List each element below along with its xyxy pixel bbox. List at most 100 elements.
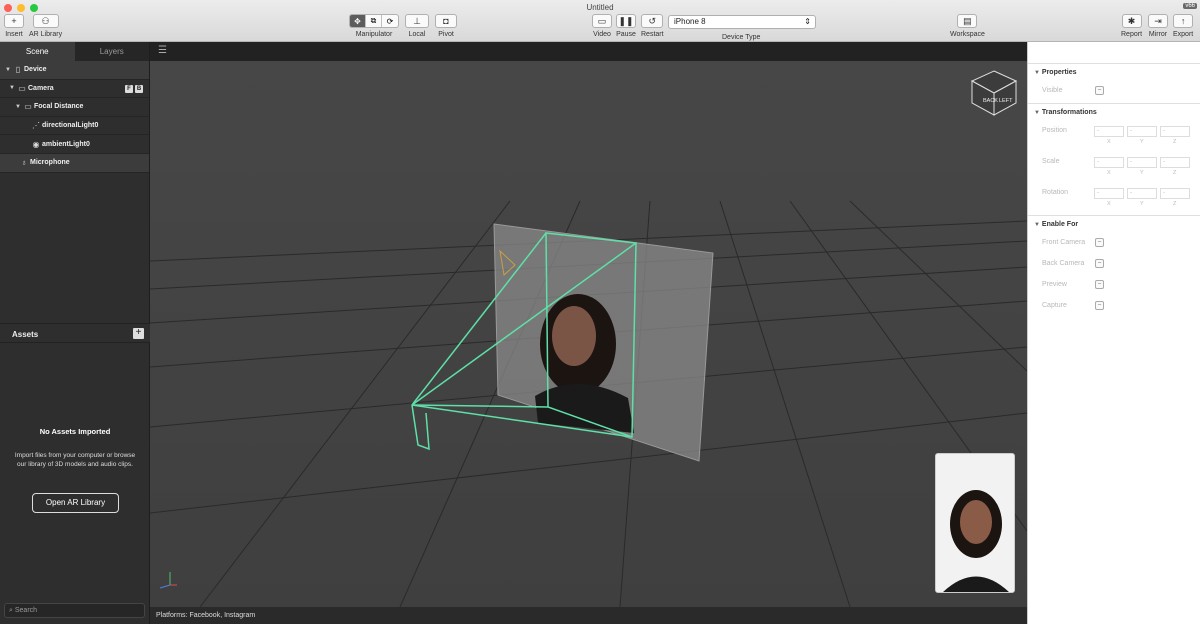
workspace-icon: ▤	[957, 14, 978, 28]
bug-icon: ✱	[1121, 14, 1142, 28]
local-label: Local	[408, 31, 426, 38]
export-icon: ↑	[1173, 14, 1194, 28]
axis-label-x: X	[1107, 139, 1111, 145]
rotation-z-field[interactable]: -	[1160, 188, 1190, 199]
position-y-field[interactable]: -	[1127, 126, 1157, 137]
tree-item-camera[interactable]: ▼ ▭ Camera F B	[0, 80, 149, 99]
axis-label-y: Y	[1140, 201, 1144, 207]
phone-icon: ▯	[15, 65, 21, 75]
rotation-x-field[interactable]: -	[1094, 188, 1124, 199]
device-type-select[interactable]: iPhone 8 ⇕	[668, 15, 816, 29]
ar-library-label: AR Library	[29, 31, 63, 38]
video-button[interactable]: ▭ Video	[592, 14, 612, 38]
front-camera-checkbox[interactable]: –	[1095, 238, 1104, 247]
camera-icon: ▭	[18, 83, 26, 93]
workspace-label: Workspace	[950, 31, 985, 38]
back-camera-checkbox[interactable]: –	[1095, 259, 1104, 268]
properties-title: Properties	[1041, 69, 1077, 76]
report-label: Report	[1121, 31, 1143, 38]
axis-label-z: Z	[1173, 139, 1177, 145]
axis-label-x: X	[1107, 170, 1111, 176]
tree-item-ambient-light[interactable]: ◉ ambientLight0	[0, 135, 149, 154]
mirror-button[interactable]: ⇥ Mirror	[1148, 14, 1168, 38]
insert-button[interactable]: + Insert	[4, 14, 24, 38]
scale-z-field[interactable]: -	[1160, 157, 1190, 168]
assets-description: Import files from your computer or brows…	[14, 452, 136, 468]
version-badge: v66	[1183, 3, 1197, 9]
capture-checkbox[interactable]: –	[1095, 301, 1104, 310]
export-label: Export	[1173, 31, 1194, 38]
plus-icon: +	[4, 14, 24, 28]
directional-light-icon: ⋰	[32, 121, 40, 131]
scale-y-field[interactable]: -	[1127, 157, 1157, 168]
view-cube[interactable]: BACK LEFT	[970, 69, 1018, 117]
back-camera-label: Back Camera	[1042, 260, 1085, 267]
cube-label-back: BACK	[983, 98, 998, 104]
pause-button[interactable]: ❚❚ Pause	[616, 14, 636, 38]
local-button[interactable]: ⊥ Local	[405, 14, 429, 38]
visible-checkbox[interactable]: –	[1095, 86, 1104, 95]
tab-layers[interactable]: Layers	[75, 42, 150, 61]
toolbar: Untitled v66 + Insert ⚇ AR Library ✥ ⧉ ⟳…	[0, 0, 1200, 42]
tree-item-device[interactable]: ▼ ▯ Device	[0, 61, 149, 80]
ambient-light-icon: ◉	[32, 139, 40, 149]
preview-image	[936, 454, 1014, 592]
properties-section[interactable]: ▼ Properties	[1028, 63, 1200, 80]
back-badge: B	[135, 84, 143, 93]
enable-for-title: Enable For	[1041, 221, 1079, 228]
manipulator-group: ✥ ⧉ ⟳ Manipulator	[349, 14, 399, 38]
enable-for-section[interactable]: ▼ Enable For	[1028, 215, 1200, 232]
pause-icon: ❚❚	[616, 14, 636, 28]
disclosure-triangle-icon: ▼	[1034, 222, 1040, 228]
open-ar-library-button[interactable]: Open AR Library	[32, 493, 119, 513]
panel-tabs: Scene Layers	[0, 42, 149, 61]
rotate-icon[interactable]: ⟳	[382, 15, 398, 27]
scene-canvas[interactable]	[150, 61, 1027, 607]
device-type-value: iPhone 8	[674, 17, 706, 26]
ar-studio-window: Untitled v66 + Insert ⚇ AR Library ✥ ⧉ ⟳…	[0, 0, 1200, 624]
manipulator-segment: ✥ ⧉ ⟳	[349, 14, 399, 28]
restart-button[interactable]: ↺ Restart	[641, 14, 664, 38]
position-z-field[interactable]: -	[1160, 126, 1190, 137]
scene-viewport[interactable]: ☰ BACK LEFT	[150, 42, 1027, 607]
position-label: Position	[1042, 127, 1067, 134]
search-placeholder: Search	[14, 607, 38, 614]
device-type-label: Device Type	[722, 34, 761, 41]
tab-scene[interactable]: Scene	[0, 42, 75, 61]
preview-label: Preview	[1042, 281, 1067, 288]
assets-title: Assets	[12, 330, 39, 339]
scale-x-field[interactable]: -	[1094, 157, 1124, 168]
restart-label: Restart	[641, 31, 664, 38]
rotation-y-field[interactable]: -	[1127, 188, 1157, 199]
no-assets-heading: No Assets Imported	[39, 427, 111, 436]
tree-item-directional-light[interactable]: ⋰ directionalLight0	[0, 117, 149, 136]
position-x-field[interactable]: -	[1094, 126, 1124, 137]
manipulator-label: Manipulator	[355, 31, 393, 38]
tree-item-label: Microphone	[30, 159, 70, 167]
left-panel: Scene Layers ▼ ▯ Device ▼ ▭ Camera F B ▼…	[0, 42, 150, 624]
transformations-title: Transformations	[1041, 109, 1097, 116]
video-icon: ▭	[592, 14, 612, 28]
menu-icon[interactable]: ☰	[158, 45, 167, 56]
tree-item-focal-distance[interactable]: ▼ ▭ Focal Distance	[0, 98, 149, 117]
disclosure-triangle-icon[interactable]: ▼	[4, 67, 12, 73]
ar-library-button[interactable]: ⚇ AR Library	[29, 14, 62, 38]
transformations-section[interactable]: ▼ Transformations	[1028, 103, 1200, 120]
mirror-icon: ⇥	[1148, 14, 1168, 28]
workspace-button[interactable]: ▤ Workspace	[950, 14, 985, 38]
capture-label: Capture	[1042, 302, 1067, 309]
camera-badges: F B	[125, 84, 143, 93]
add-asset-button[interactable]: +	[133, 328, 144, 339]
export-button[interactable]: ↑ Export	[1173, 14, 1193, 38]
pivot-button[interactable]: ◘ Pivot	[435, 14, 457, 38]
camera-preview	[935, 453, 1015, 593]
tree-item-microphone[interactable]: ♁ Microphone	[0, 153, 149, 173]
report-button[interactable]: ✱ Report	[1121, 14, 1142, 38]
preview-checkbox[interactable]: –	[1095, 280, 1104, 289]
disclosure-triangle-icon[interactable]: ▼	[8, 85, 16, 91]
scale-icon[interactable]: ⧉	[366, 15, 382, 27]
move-icon[interactable]: ✥	[350, 15, 366, 27]
disclosure-triangle-icon[interactable]: ▼	[14, 104, 22, 110]
search-input[interactable]: ⌕ Search	[4, 603, 145, 618]
assets-header: Assets +	[0, 323, 150, 343]
